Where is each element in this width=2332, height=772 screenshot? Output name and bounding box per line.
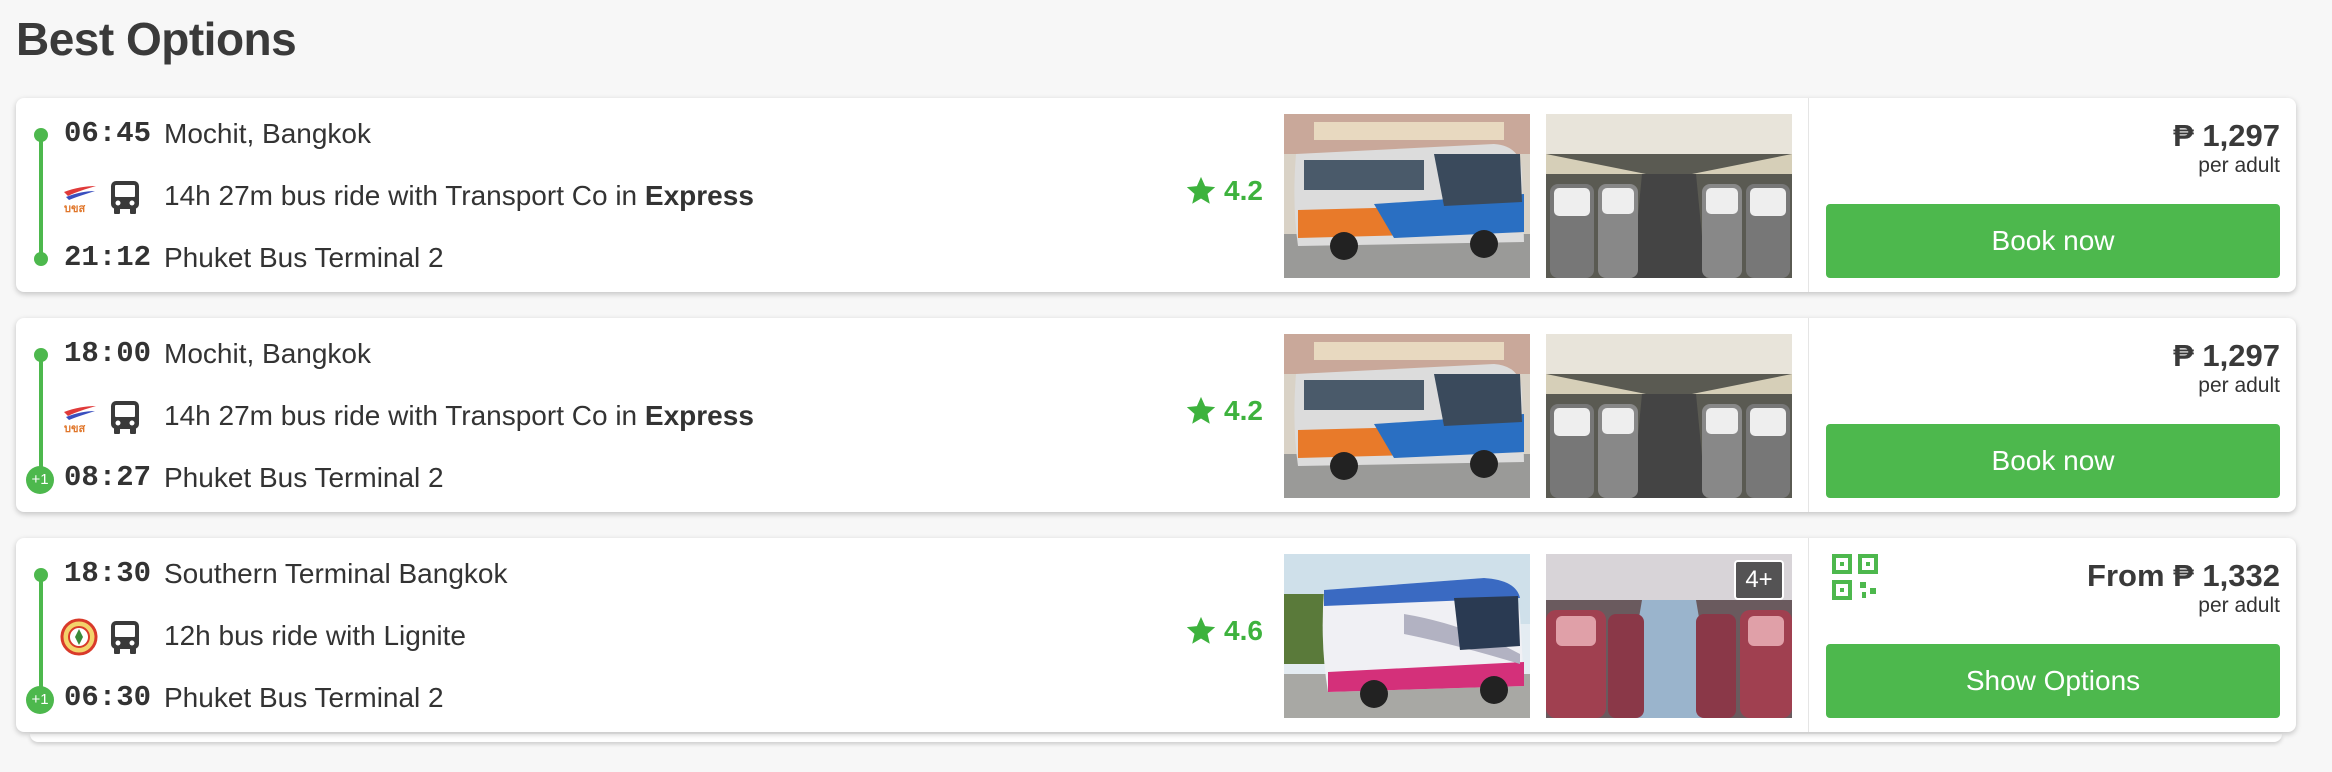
svg-text:บขส: บขส	[64, 202, 86, 215]
star-icon	[1186, 176, 1216, 204]
card-divider	[1808, 538, 1809, 732]
ride-description: 14h 27m bus ride with Transport Co in Ex…	[164, 400, 754, 432]
star-icon	[1186, 616, 1216, 644]
more-options-stack	[30, 734, 2282, 742]
bus-icon	[111, 181, 139, 214]
qr-code-icon	[1832, 554, 1878, 600]
star-icon	[1186, 396, 1216, 424]
bus-exterior-photo[interactable]	[1284, 114, 1530, 278]
arrival-time: 06:30	[64, 681, 152, 714]
timeline-line	[39, 355, 43, 479]
trip-option-card[interactable]: +1 18:00 Mochit, Bangkok บขส 14h 27m bus…	[16, 318, 2296, 512]
rating: 4.2	[1184, 174, 1263, 208]
departure-station: Mochit, Bangkok	[164, 338, 371, 369]
transport-co-logo: บขส	[64, 186, 96, 215]
ride-class: Express	[644, 400, 754, 431]
trip-option-card[interactable]: +1 18:30 Southern Terminal Bangkok 12h b…	[16, 538, 2296, 732]
card-divider	[1808, 98, 1809, 292]
rating-value: 4.2	[1224, 175, 1263, 206]
bus-exterior-photo[interactable]	[1284, 334, 1530, 498]
lignite-logo	[60, 618, 98, 656]
ride-text: 12h bus ride with Lignite	[164, 620, 466, 651]
rating: 4.6	[1184, 614, 1263, 648]
page-title: Best Options	[16, 13, 297, 65]
departure-dot	[34, 128, 48, 142]
transport-co-logo: บขส	[64, 406, 96, 435]
bus-icon	[111, 621, 139, 654]
price: From ₱ 1,332	[2087, 558, 2280, 593]
price-unit: per adult	[2198, 154, 2280, 177]
ride-text: 14h 27m bus ride with Transport Co in	[164, 400, 638, 431]
ride-text: 14h 27m bus ride with Transport Co in	[164, 180, 638, 211]
departure-time: 18:30	[64, 557, 152, 590]
departure-dot	[34, 568, 48, 582]
price-unit: per adult	[2198, 594, 2280, 617]
bus-icon	[111, 401, 139, 434]
price: ₱ 1,297	[2173, 338, 2280, 373]
trip-option-card[interactable]: 06:45 Mochit, Bangkok บขส 14h 27m bus ri…	[16, 98, 2296, 292]
next-day-badge: +1	[26, 466, 54, 494]
rating: 4.2	[1184, 394, 1263, 428]
bus-exterior-photo[interactable]	[1284, 554, 1530, 718]
departure-dot	[34, 348, 48, 362]
ride-class: Express	[644, 180, 754, 211]
departure-time: 18:00	[64, 337, 152, 370]
arrival-dot	[34, 252, 48, 266]
rating-value: 4.2	[1224, 395, 1263, 426]
arrival-station: Phuket Bus Terminal 2	[164, 242, 444, 273]
next-day-badge: +1	[26, 686, 54, 714]
arrival-station: Phuket Bus Terminal 2	[164, 462, 444, 493]
departure-station: Southern Terminal Bangkok	[164, 558, 508, 589]
departure-station: Mochit, Bangkok	[164, 118, 371, 149]
departure-time: 06:45	[64, 117, 152, 150]
timeline-line	[39, 575, 43, 699]
card-divider	[1808, 318, 1809, 512]
price-unit: per adult	[2198, 374, 2280, 397]
bus-interior-photo[interactable]	[1546, 334, 1792, 498]
arrival-time: 21:12	[64, 241, 152, 274]
price: ₱ 1,297	[2173, 118, 2280, 153]
ride-description: 14h 27m bus ride with Transport Co in Ex…	[164, 180, 754, 212]
timeline-line	[39, 135, 43, 259]
book-now-button[interactable]: Book now	[1826, 204, 2280, 278]
arrival-station: Phuket Bus Terminal 2	[164, 682, 444, 713]
rating-value: 4.6	[1224, 615, 1263, 646]
bus-interior-photo[interactable]: 4+	[1546, 554, 1792, 718]
ride-description: 12h bus ride with Lignite	[164, 620, 466, 652]
svg-text:บขส: บขส	[64, 422, 86, 435]
book-now-button[interactable]: Book now	[1826, 424, 2280, 498]
more-photos-badge[interactable]: 4+	[1734, 560, 1784, 600]
arrival-time: 08:27	[64, 461, 152, 494]
show-options-button[interactable]: Show Options	[1826, 644, 2280, 718]
bus-interior-photo[interactable]	[1546, 114, 1792, 278]
